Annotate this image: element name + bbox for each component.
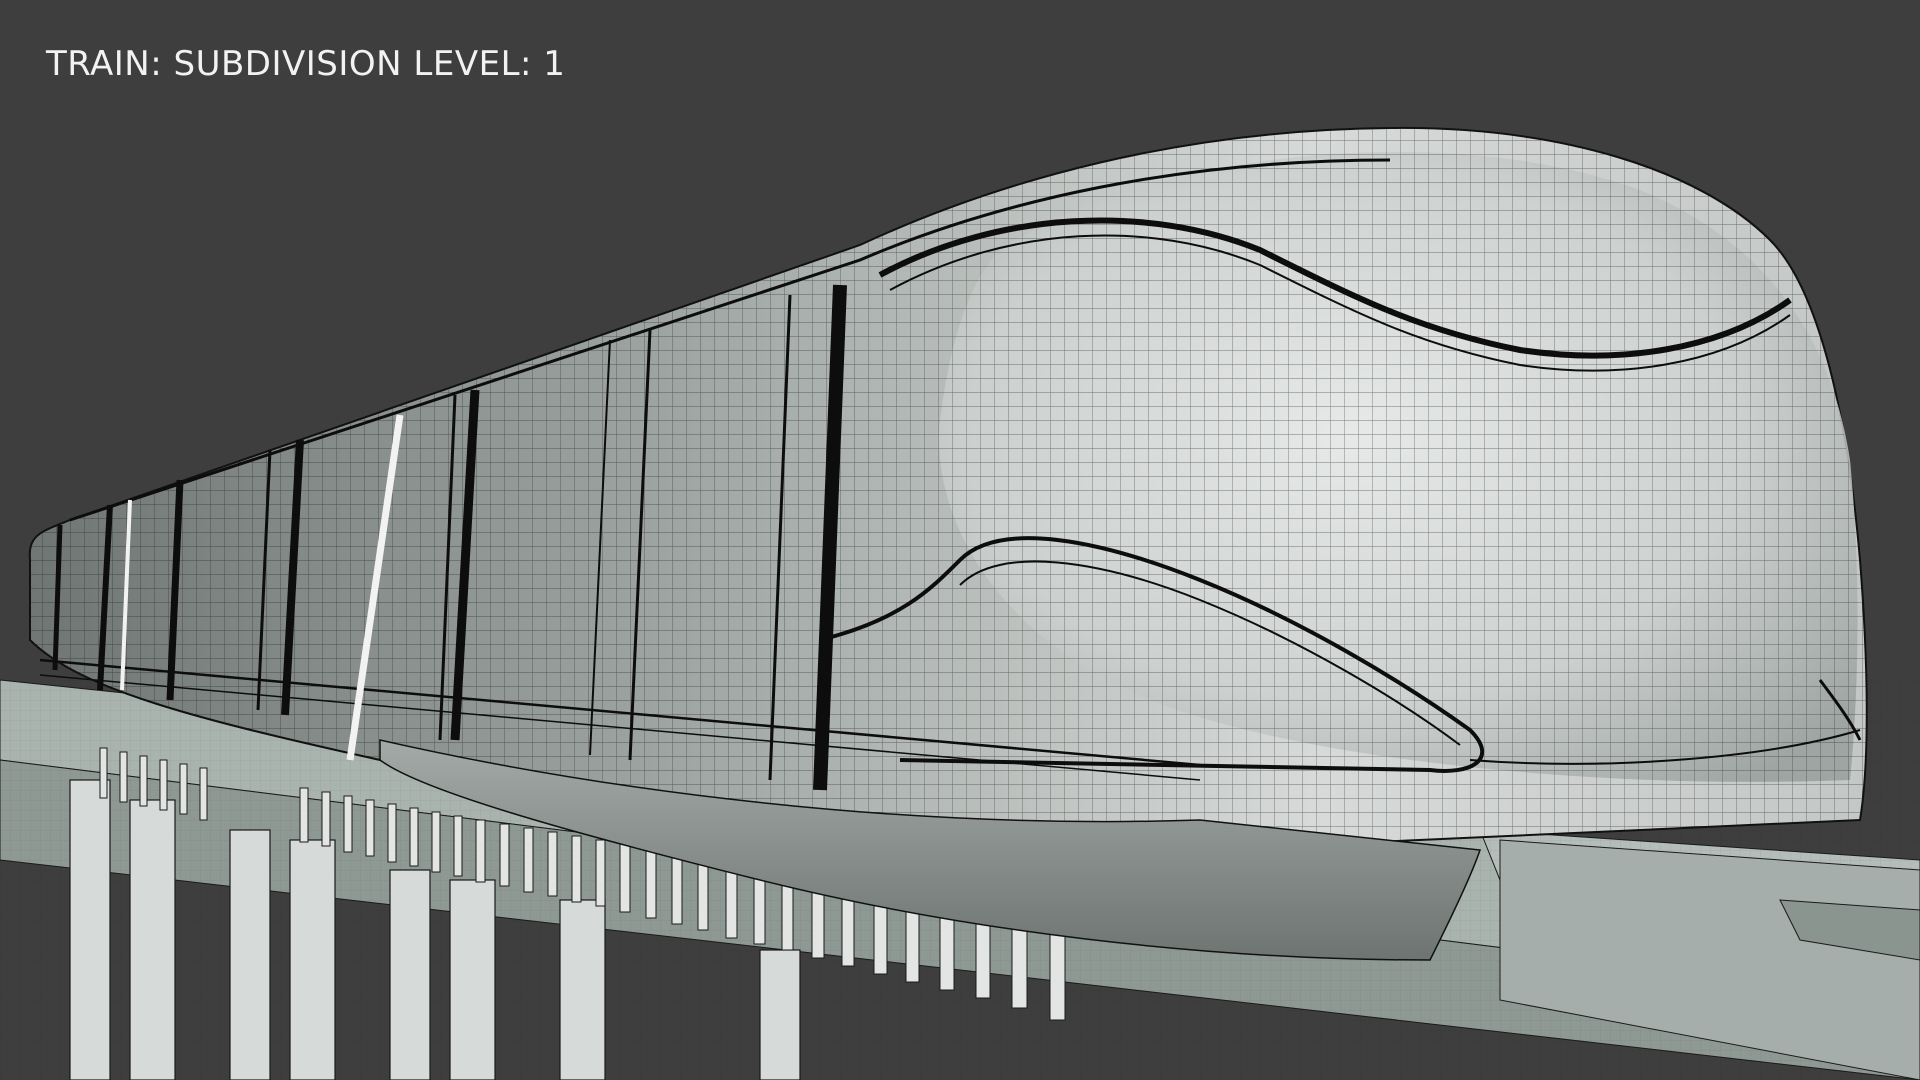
scene-render — [0, 126, 1920, 1080]
3d-viewport[interactable]: TRAIN: SUBDIVISION LEVEL: 1 — [0, 0, 1920, 1080]
viewport-overlay-label: TRAIN: SUBDIVISION LEVEL: 1 — [46, 44, 566, 84]
